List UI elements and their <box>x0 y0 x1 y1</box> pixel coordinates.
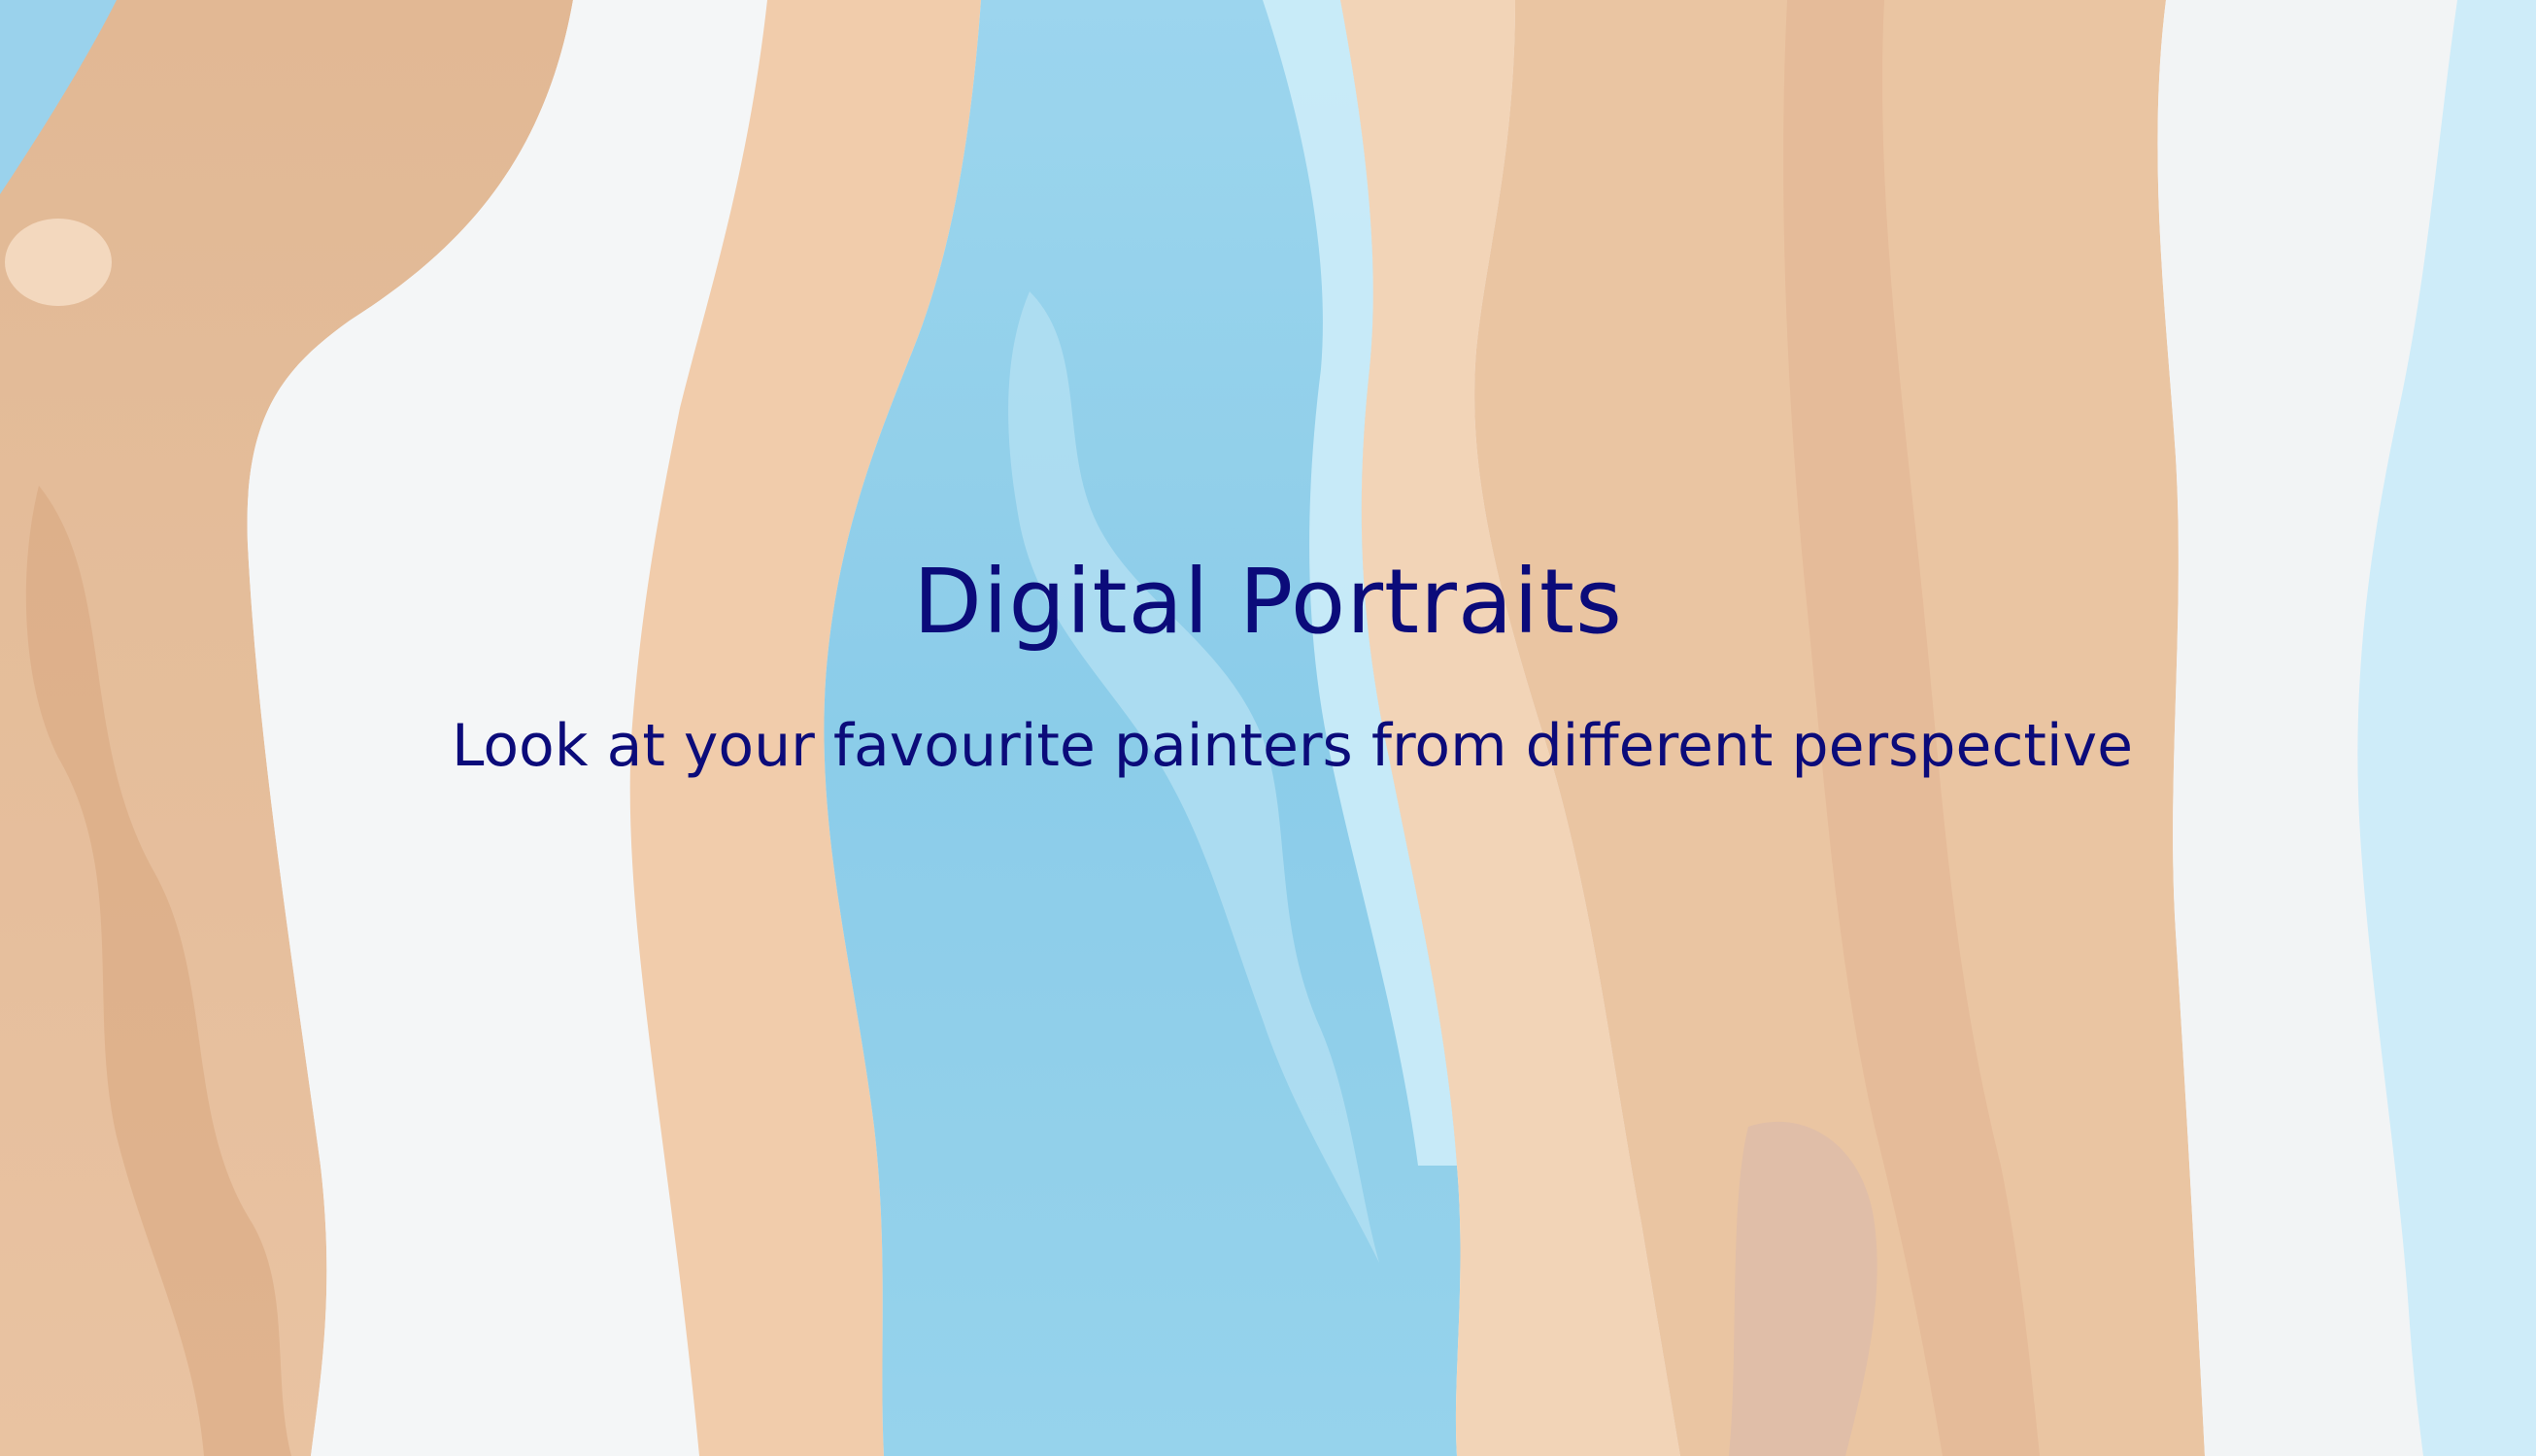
hero-subtitle: Look at your favourite painters from dif… <box>451 712 2134 780</box>
hero-title: Digital Portraits <box>913 550 1623 654</box>
hero-banner: Digital Portraits Look at your favourite… <box>0 0 2536 1456</box>
